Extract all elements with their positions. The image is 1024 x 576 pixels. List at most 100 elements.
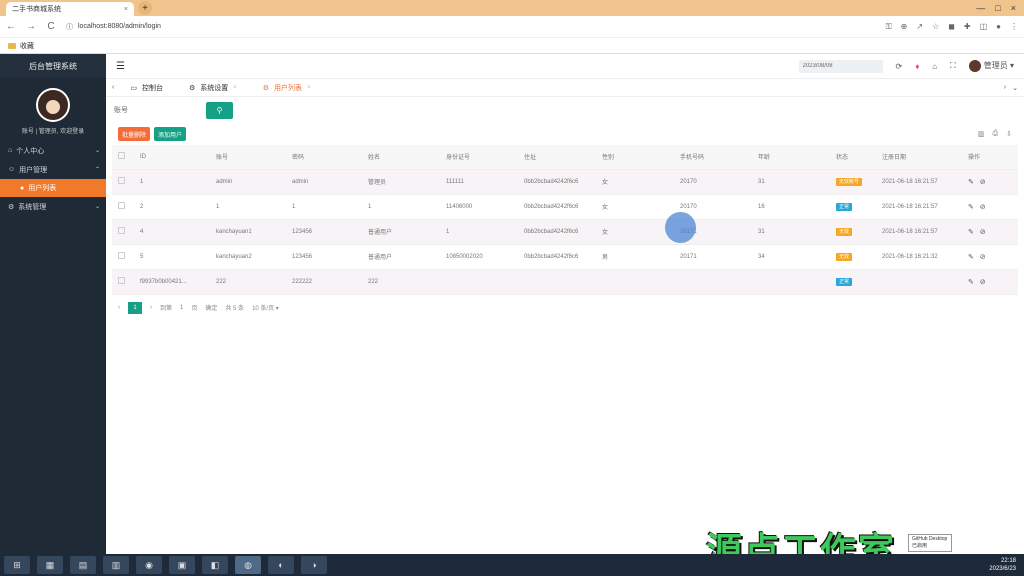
- taskbar-app-icon[interactable]: ▤: [70, 556, 96, 574]
- taskbar-app-icon[interactable]: ▥: [103, 556, 129, 574]
- share-icon[interactable]: ↗: [916, 22, 923, 31]
- sidebar-icon[interactable]: ◫: [980, 22, 988, 31]
- menu-toggle-icon[interactable]: ☰: [116, 61, 125, 72]
- cell-id: f9937b0b00421...: [134, 269, 210, 295]
- new-tab-button[interactable]: +: [138, 1, 152, 15]
- row-checkbox[interactable]: [118, 277, 125, 284]
- cell-password: 222222: [286, 269, 362, 295]
- tabs-right-icon[interactable]: ›: [1004, 84, 1006, 91]
- edit-delete-icons[interactable]: ✎ ⊘: [968, 204, 988, 211]
- maximize-icon[interactable]: □: [995, 3, 1000, 13]
- goto-confirm-button[interactable]: 确定: [205, 303, 217, 312]
- star-icon[interactable]: ☆: [932, 22, 939, 31]
- sidebar-item-personal-center[interactable]: ⌂ 个人中心 ⌄: [0, 141, 106, 160]
- select-all-checkbox[interactable]: [118, 152, 125, 160]
- tabs-left-icon[interactable]: ‹: [112, 84, 114, 91]
- taskbar-app-icon[interactable]: ▣: [169, 556, 195, 574]
- row-checkbox[interactable]: [118, 227, 125, 234]
- reload-icon[interactable]: C: [46, 21, 56, 32]
- table-row[interactable]: 4 kanchayuan1 123456 普通用户 1 0bb2bcbad4242f6c6…: [112, 219, 1018, 245]
- col-header[interactable]: 状态: [830, 145, 876, 170]
- extension-icon[interactable]: ◼: [948, 22, 955, 31]
- browser-tab[interactable]: 二手书商城系统 ×: [6, 2, 134, 16]
- close-window-icon[interactable]: ×: [1011, 3, 1016, 13]
- col-header[interactable]: ID: [134, 145, 210, 170]
- tab-console[interactable]: ▭ 控制台: [120, 79, 173, 97]
- profile-icon[interactable]: ●: [996, 22, 1001, 31]
- page-number-current[interactable]: 1: [128, 301, 142, 314]
- cell-name: 222: [362, 269, 440, 295]
- row-checkbox[interactable]: [118, 252, 125, 259]
- col-header[interactable]: 年龄: [752, 145, 830, 170]
- account-search-field[interactable]: 账号: [114, 105, 200, 115]
- taskbar-browser-icon[interactable]: ◍: [235, 556, 261, 574]
- tab-label: 用户列表: [274, 84, 303, 92]
- col-header[interactable]: 姓名: [362, 145, 440, 170]
- col-header[interactable]: 性别: [596, 145, 674, 170]
- table-row[interactable]: 2 1 1 1 11406000 0bb2bcbad4242f6c6 女 20170 16 正常 2…: [112, 194, 1018, 220]
- col-header[interactable]: 手机号码: [674, 145, 752, 170]
- close-icon[interactable]: ×: [233, 85, 237, 91]
- col-header[interactable]: 身份证号: [440, 145, 518, 170]
- columns-icon[interactable]: ▥: [978, 130, 985, 138]
- fullscreen-icon[interactable]: ⛶: [950, 61, 956, 71]
- taskbar-app-icon[interactable]: ◑: [301, 556, 327, 574]
- cell-date: 2021-06-18 16:21:57: [876, 219, 962, 245]
- edit-delete-icons[interactable]: ✎ ⊘: [968, 254, 988, 261]
- cell-phone: [674, 269, 752, 295]
- header-search-input[interactable]: [798, 59, 883, 73]
- key-icon[interactable]: ⚿: [886, 22, 892, 32]
- taskbar-app-icon[interactable]: ◉: [136, 556, 162, 574]
- table-row[interactable]: 1 admin admin 管理员 111111 0bb2bcbad4242f6c6 女 20…: [112, 169, 1018, 195]
- add-user-button[interactable]: 添加用户: [154, 127, 187, 141]
- sidebar-item-system-management[interactable]: ⚙ 系统管理 ⌄: [0, 197, 106, 216]
- page-size-select[interactable]: 10 条/页 ▾: [252, 303, 279, 312]
- table-row[interactable]: 5 kanchayuan2 123456 普通用户 10850002020 0bb2bcb…: [112, 244, 1018, 270]
- start-icon[interactable]: ⊞: [4, 556, 30, 574]
- table-row[interactable]: f9937b0b00421... 222 222222 222 正常 ✎ ⊘: [112, 269, 1018, 295]
- taskbar-app-icon[interactable]: ▦: [37, 556, 63, 574]
- goto-label: 到第: [160, 306, 173, 312]
- lock-icon[interactable]: ⌂: [932, 62, 937, 71]
- col-header[interactable]: 注册日期: [876, 145, 962, 170]
- minimize-icon[interactable]: —: [976, 3, 985, 13]
- col-header[interactable]: 账号: [210, 145, 286, 170]
- cell-date: [876, 269, 962, 295]
- cell-id: 1: [134, 169, 210, 195]
- close-icon[interactable]: ×: [307, 85, 311, 91]
- puzzle-icon[interactable]: ✚: [964, 22, 971, 31]
- sidebar-subitem-user-list[interactable]: ● 用户列表: [0, 179, 106, 197]
- taskbar-app-icon[interactable]: ◧: [202, 556, 228, 574]
- prev-page-icon[interactable]: ‹: [118, 305, 120, 311]
- col-header[interactable]: 密码: [286, 145, 362, 170]
- forward-icon[interactable]: →: [26, 21, 36, 32]
- edit-delete-icons[interactable]: ✎ ⊘: [968, 179, 988, 186]
- more-icon[interactable]: ⋮: [1010, 22, 1018, 31]
- sidebar-item-user-management[interactable]: ☺ 用户管理 ⌃: [0, 160, 106, 179]
- cell-address: [518, 269, 596, 295]
- tabs-dropdown-icon[interactable]: ⌄: [1012, 84, 1018, 92]
- user-menu[interactable]: 管理员 ▾: [968, 60, 1014, 72]
- row-checkbox[interactable]: [118, 177, 125, 184]
- system-clock[interactable]: 22:18 2023/6/23: [989, 557, 1024, 573]
- edit-delete-icons[interactable]: ✎ ⊘: [968, 279, 988, 286]
- page-input[interactable]: 1: [180, 305, 183, 311]
- search-button[interactable]: ⚲: [206, 101, 233, 119]
- bookmark-item[interactable]: 收藏: [20, 41, 34, 51]
- back-icon[interactable]: ←: [6, 21, 16, 32]
- col-header[interactable]: 住址: [518, 145, 596, 170]
- batch-delete-button[interactable]: 批量删除: [118, 127, 151, 141]
- address-bar[interactable]: ⓘ localhost:8080/admin/login: [66, 19, 876, 35]
- edit-delete-icons[interactable]: ✎ ⊘: [968, 229, 988, 236]
- taskbar-app-icon[interactable]: ◐: [268, 556, 294, 574]
- tab-user-list[interactable]: ⚙ 用户列表 ×: [253, 79, 321, 97]
- close-tab-icon[interactable]: ×: [124, 6, 128, 13]
- tab-system-settings[interactable]: ⚙ 系统设置 ×: [179, 79, 247, 97]
- next-page-icon[interactable]: ›: [150, 305, 152, 311]
- row-checkbox[interactable]: [118, 202, 125, 209]
- zoom-icon[interactable]: ⊕: [901, 22, 908, 31]
- export-icon[interactable]: ⇩: [1006, 130, 1012, 138]
- refresh-icon[interactable]: ⟳: [896, 62, 903, 71]
- notification-icon[interactable]: ♦: [915, 62, 919, 71]
- print-icon[interactable]: ⎙: [993, 130, 999, 138]
